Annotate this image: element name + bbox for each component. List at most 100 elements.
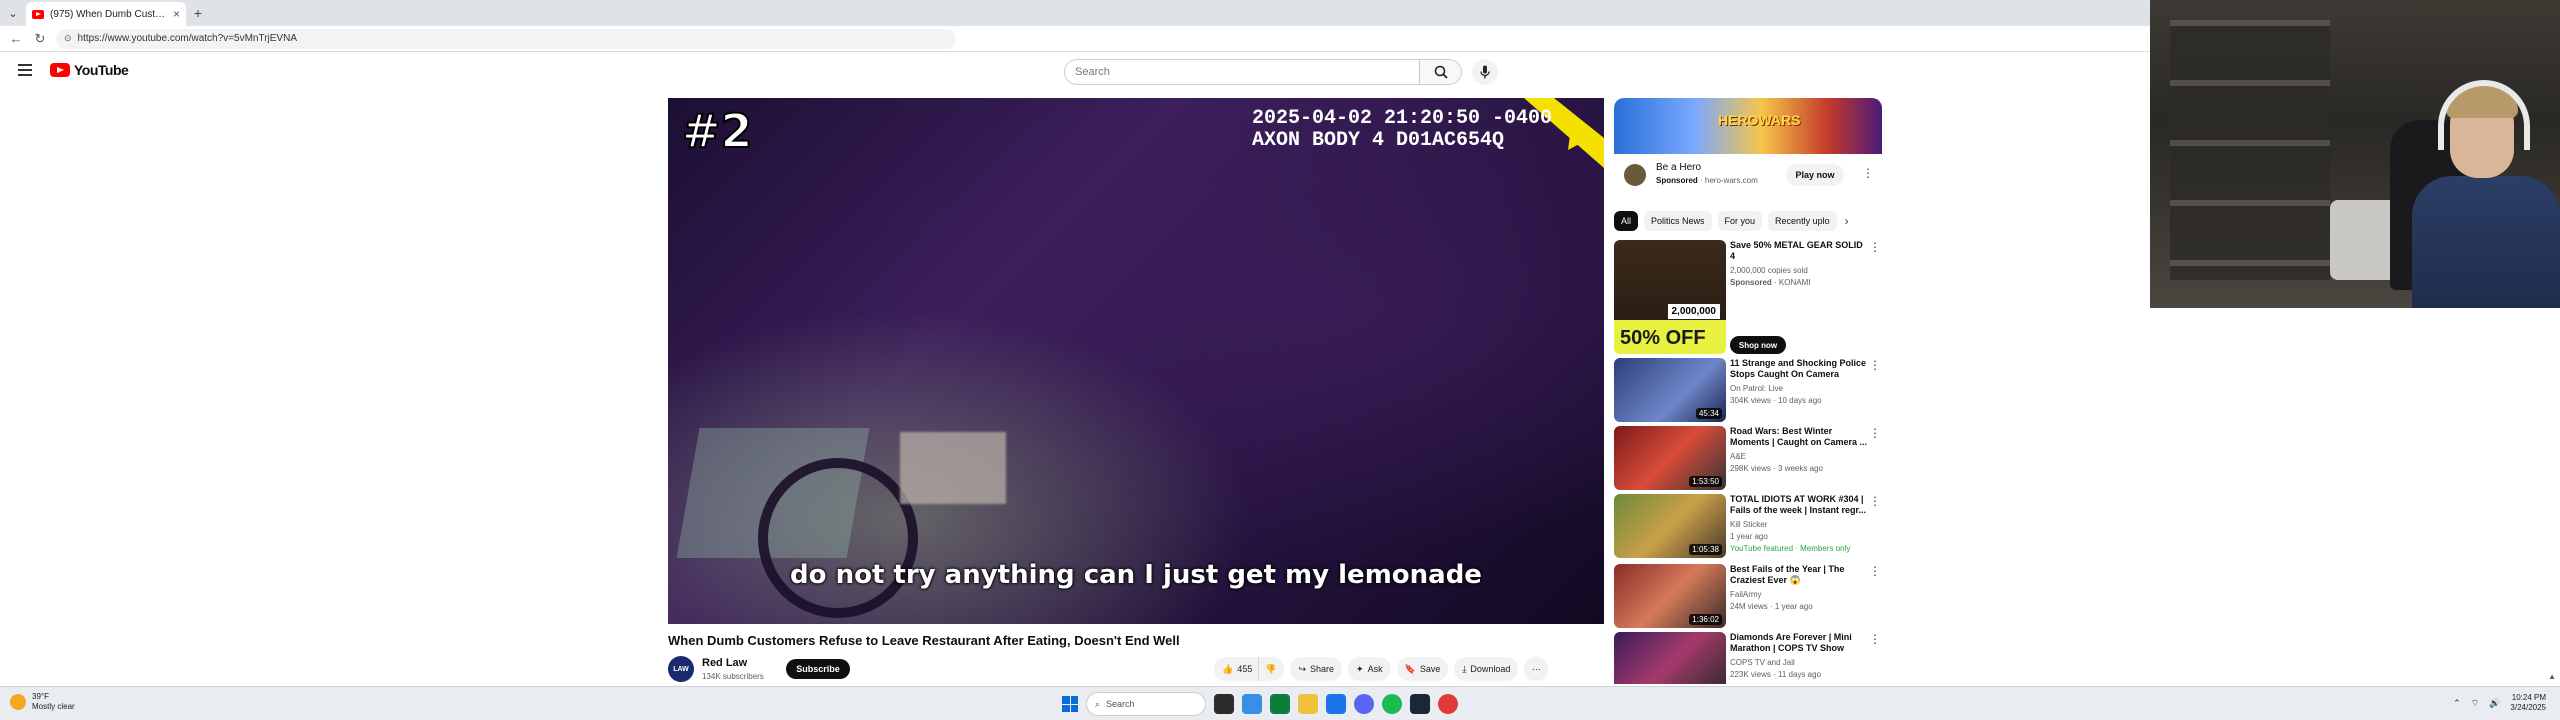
recommendation-more-icon[interactable]: ⋮ [1869, 495, 1881, 507]
widgets-icon[interactable] [1242, 694, 1262, 714]
spotify-icon[interactable] [1382, 694, 1402, 714]
recommendation-channel[interactable]: A&E [1730, 452, 1746, 461]
chip-all[interactable]: All [1614, 211, 1639, 231]
recommendation-item[interactable]: 1:05:38 TOTAL IDIOTS AT WORK #304 | Fail… [1614, 494, 1884, 558]
task-view-icon[interactable] [1214, 694, 1234, 714]
recommendation-thumbnail[interactable]: 45:34 [1614, 358, 1726, 422]
ad-play-now-button[interactable]: Play now [1786, 164, 1844, 186]
save-button[interactable]: 🔖 Save [1396, 657, 1449, 681]
more-actions-button[interactable]: ⋯ [1524, 657, 1549, 681]
promo-discount: 50% OFF [1620, 327, 1706, 349]
chip-recently-uploaded[interactable]: Recently uplo [1768, 211, 1837, 231]
weather-sun-icon [10, 694, 26, 710]
channel-name[interactable]: Red Law [702, 657, 747, 669]
steam-icon[interactable] [1410, 694, 1430, 714]
ad-more-icon[interactable]: ⋮ [1862, 167, 1874, 179]
video-duration: 45:34 [1695, 408, 1722, 419]
menu-icon[interactable] [18, 64, 32, 76]
file-explorer-icon[interactable] [1298, 694, 1318, 714]
back-arrow-icon[interactable]: ← [8, 31, 24, 46]
channel-avatar[interactable]: LAW [668, 656, 694, 682]
volume-icon[interactable]: 🔊 [2489, 698, 2500, 709]
recommendation-channel[interactable]: Kill Sticker [1730, 520, 1767, 529]
ask-label: Ask [1367, 664, 1383, 674]
new-tab-button[interactable]: + [186, 5, 210, 21]
headset-icon [2438, 80, 2530, 150]
recommendation-title[interactable]: Best Fails of the Year | The Craziest Ev… [1730, 564, 1870, 586]
tab-close-icon[interactable]: × [173, 7, 180, 21]
promo-copies-sold: 2,000,000 copies sold [1730, 266, 1808, 275]
reload-icon[interactable]: ↻ [32, 31, 48, 47]
promo-sponsored-label: Sponsored [1730, 278, 1772, 287]
share-icon: ↪ [1298, 663, 1307, 674]
video-title: When Dumb Customers Refuse to Leave Rest… [668, 633, 1180, 648]
recommendation-title[interactable]: Diamonds Are Forever | Mini Marathon | C… [1730, 632, 1870, 654]
promo-title[interactable]: Save 50% METAL GEAR SOLID 4 [1730, 240, 1870, 262]
edge-browser-icon[interactable] [1270, 694, 1290, 714]
recommendation-more-icon[interactable]: ⋮ [1869, 633, 1881, 645]
ad-banner-image[interactable]: HEROWARS [1614, 98, 1882, 154]
recommendation-thumbnail[interactable]: 1:36:02 [1614, 564, 1726, 628]
share-button[interactable]: ↪ Share [1290, 657, 1343, 681]
recommendation-thumbnail[interactable]: 1:05:38 [1614, 494, 1726, 558]
weather-widget[interactable]: 39°F Mostly clear [10, 692, 75, 712]
taskbar-search-label: Search [1106, 699, 1135, 709]
members-only-badge: YouTube featured · Members only [1730, 544, 1851, 553]
recommendation-meta: 304K views · 10 days ago [1730, 396, 1822, 405]
tray-overflow-icon[interactable]: ⌃ [2453, 698, 2461, 709]
recommendation-more-icon[interactable]: ⋮ [1869, 565, 1881, 577]
save-label: Save [1419, 664, 1441, 674]
tab-list-dropdown-icon[interactable]: ⌄ [0, 0, 26, 26]
promo-item[interactable]: 2,000,000 50% OFF Save 50% METAL GEAR SO… [1614, 240, 1884, 354]
dislike-button[interactable]: 👎 [1258, 657, 1285, 681]
microsoft-store-icon[interactable] [1326, 694, 1346, 714]
site-info-icon[interactable]: ⊙ [64, 33, 72, 44]
recommendation-meta: 223K views · 11 days ago [1730, 670, 1822, 679]
recommendation-item[interactable]: Diamonds Are Forever | Mini Marathon | C… [1614, 632, 1884, 684]
chip-politics-news[interactable]: Politics News [1644, 211, 1712, 231]
chip-for-you[interactable]: For you [1717, 211, 1763, 231]
ad-title[interactable]: Be a Hero [1656, 162, 1701, 173]
weather-condition: Mostly clear [32, 702, 75, 711]
recommendation-title[interactable]: TOTAL IDIOTS AT WORK #304 | Fails of the… [1730, 494, 1870, 516]
subscribe-button[interactable]: Subscribe [786, 659, 850, 679]
system-clock[interactable]: 10:24 PM 3/24/2025 [2510, 693, 2546, 713]
recommendation-channel[interactable]: COPS TV and Jail [1730, 658, 1795, 667]
chrome-browser-icon[interactable] [1438, 694, 1458, 714]
recommendation-thumbnail[interactable] [1614, 632, 1726, 684]
download-button[interactable]: ⤓ Download [1454, 657, 1519, 681]
shop-now-button[interactable]: Shop now [1730, 336, 1786, 354]
youtube-header: YouTube Search [0, 52, 2150, 92]
promo-copies-badge: 2,000,000 [1667, 304, 1720, 319]
browser-address-bar: ← ↻ ⊙ https://www.youtube.com/watch?v=5v… [0, 26, 2150, 52]
ask-button[interactable]: ✦ Ask [1348, 657, 1391, 681]
recommendation-item[interactable]: 1:36:02 Best Fails of the Year | The Cra… [1614, 564, 1884, 628]
recommendation-more-icon[interactable]: ⋮ [1869, 427, 1881, 439]
recommendation-more-icon[interactable]: ⋮ [1869, 359, 1881, 371]
scroll-up-arrow-icon[interactable]: ▲ [2548, 672, 2556, 681]
youtube-logo[interactable]: YouTube [50, 62, 129, 78]
video-player[interactable]: #2 2025-04-02 21:20:50 -0400 AXON BODY 4… [668, 98, 1604, 624]
voice-search-button[interactable] [1472, 59, 1498, 85]
search-button[interactable] [1420, 59, 1462, 85]
recommendation-channel[interactable]: FailArmy [1730, 590, 1762, 599]
network-icon[interactable]: ⌔ [2471, 698, 2479, 709]
thumbs-up-icon: 👍 [1222, 663, 1234, 674]
promo-thumbnail[interactable]: 2,000,000 50% OFF [1614, 240, 1726, 354]
like-button[interactable]: 👍 455 [1214, 657, 1259, 681]
search-input[interactable]: Search [1064, 59, 1420, 85]
recommendation-item[interactable]: 1:53:50 Road Wars: Best Winter Moments |… [1614, 426, 1884, 490]
discord-icon[interactable] [1354, 694, 1374, 714]
video-caption: do not try anything can I just get my le… [790, 560, 1482, 590]
browser-tab-active[interactable]: (975) When Dumb Customers × [26, 2, 186, 26]
url-field[interactable]: ⊙ https://www.youtube.com/watch?v=5vMnTr… [56, 28, 956, 49]
windows-start-icon[interactable] [1062, 696, 1078, 712]
recommendation-item[interactable]: 45:34 11 Strange and Shocking Police Sto… [1614, 358, 1884, 422]
recommendation-channel[interactable]: On Patrol: Live [1730, 384, 1783, 393]
recommendation-thumbnail[interactable]: 1:53:50 [1614, 426, 1726, 490]
recommendation-title[interactable]: 11 Strange and Shocking Police Stops Cau… [1730, 358, 1870, 380]
recommendation-title[interactable]: Road Wars: Best Winter Moments | Caught … [1730, 426, 1870, 448]
taskbar-search[interactable]: ⌕ Search [1086, 692, 1206, 716]
promo-more-icon[interactable]: ⋮ [1869, 241, 1881, 253]
chips-next-arrow-icon[interactable]: › [1845, 214, 1849, 228]
